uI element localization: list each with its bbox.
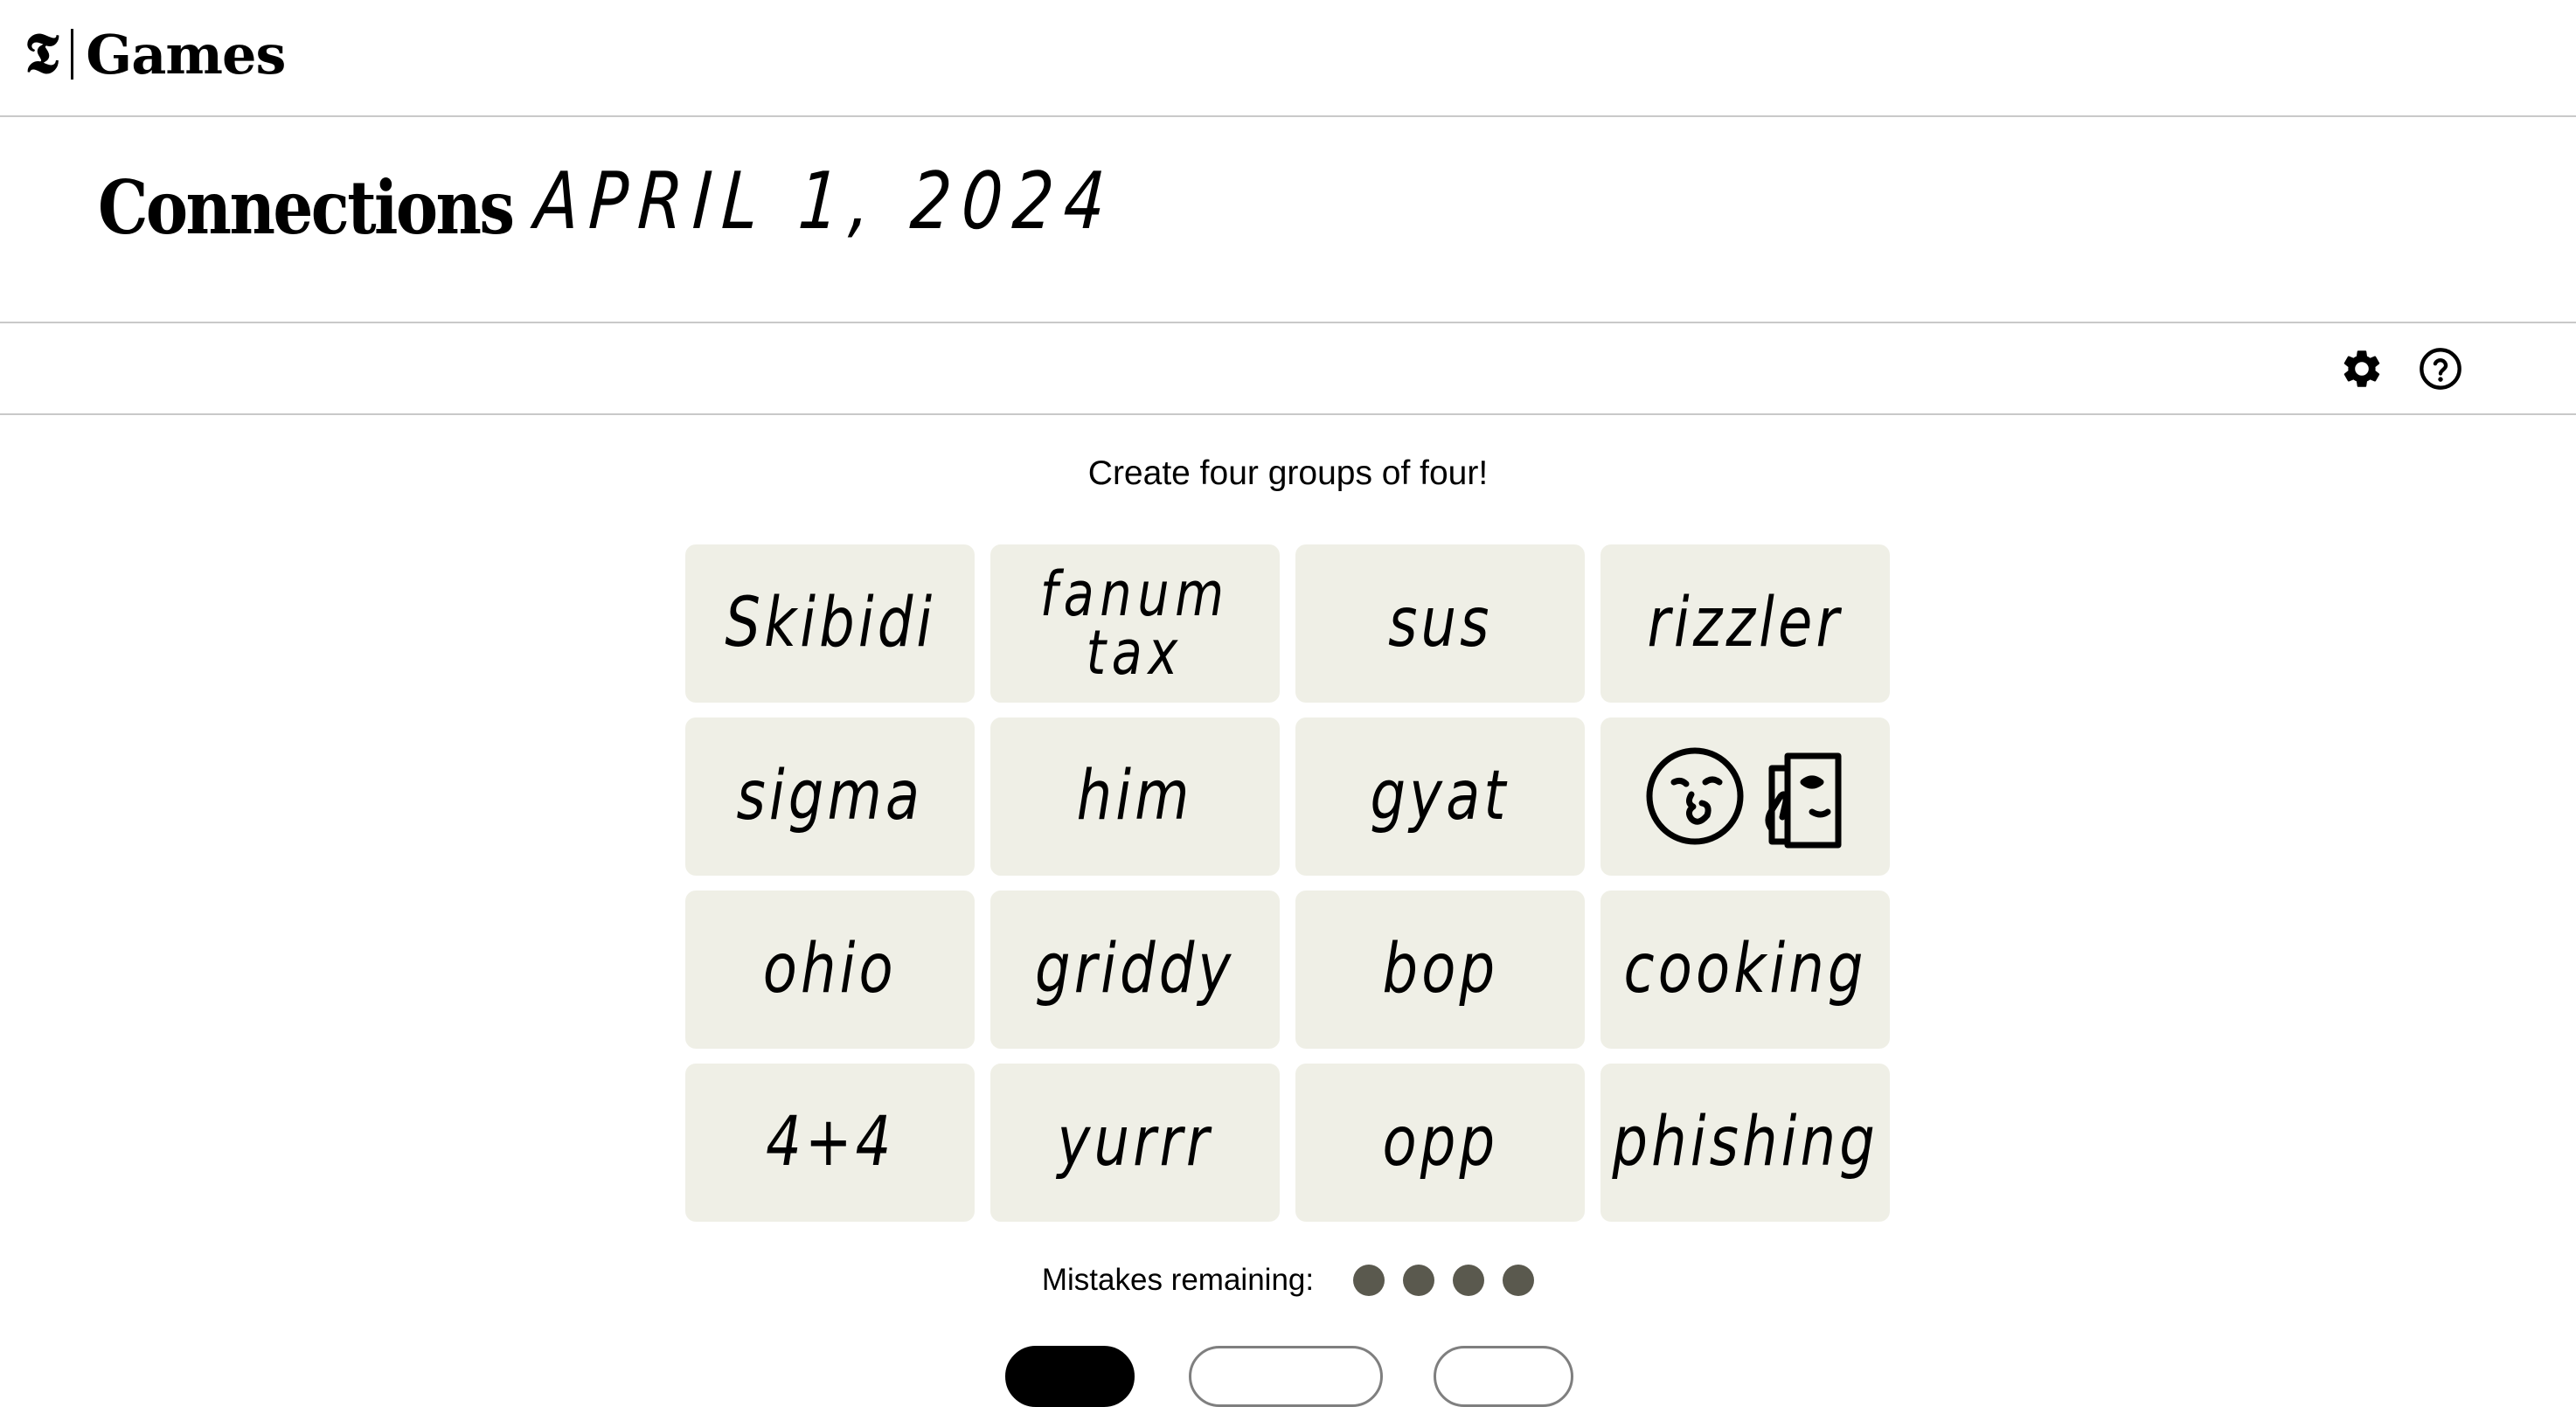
shuffle-button[interactable] — [1005, 1346, 1135, 1407]
tile-label: fanum tax — [1040, 558, 1230, 689]
game-toolbar — [0, 323, 2576, 415]
tile-label: him — [1077, 757, 1193, 836]
word-tile[interactable]: phishing — [1600, 1064, 1890, 1222]
tile-label: cooking — [1623, 930, 1867, 1009]
tile-label: 4+4 — [765, 1103, 895, 1182]
tile-label: sus — [1387, 584, 1493, 663]
word-tile[interactable]: 4+4 — [685, 1064, 975, 1222]
tile-label: opp — [1382, 1103, 1498, 1182]
word-tile[interactable]: bop — [1295, 891, 1585, 1049]
word-tile[interactable]: opp — [1295, 1064, 1585, 1222]
tile-label: yurrr — [1057, 1103, 1213, 1182]
mistake-dots — [1335, 1265, 1535, 1296]
deselect-all-button[interactable] — [1189, 1346, 1383, 1407]
word-grid: Skibidi fanum tax sus rizzler sigma him … — [685, 544, 1892, 1222]
nyt-games-brand[interactable]: 𝕿 Games — [24, 21, 286, 87]
tile-label: sigma — [736, 757, 924, 836]
top-nav-bar: 𝕿 Games — [0, 0, 2576, 117]
mistake-dot — [1503, 1265, 1535, 1296]
word-tile[interactable]: him — [990, 717, 1280, 876]
word-tile[interactable]: ohio — [685, 891, 975, 1049]
nyt-logo-icon: 𝕿 — [24, 21, 59, 87]
tile-label: phishing — [1612, 1103, 1878, 1182]
word-tile[interactable]: fanum tax — [990, 544, 1280, 703]
tile-label: Skibidi — [725, 584, 935, 663]
brand-name: Games — [86, 22, 286, 87]
question-circle-icon[interactable] — [2418, 346, 2463, 392]
game-title: Connections — [98, 164, 515, 251]
mistake-dot — [1353, 1265, 1385, 1296]
tile-label: rizzler — [1647, 584, 1843, 663]
shush-face-mirror-icon — [1641, 733, 1850, 860]
word-tile[interactable]: rizzler — [1600, 544, 1890, 703]
word-tile[interactable]: sus — [1295, 544, 1585, 703]
word-tile[interactable]: sigma — [685, 717, 975, 876]
tile-label: gyat — [1370, 757, 1510, 836]
instructions-text: Create four groups of four! — [1087, 454, 1489, 492]
gear-icon[interactable] — [2339, 346, 2385, 392]
tile-label: bop — [1382, 930, 1498, 1009]
word-tile[interactable]: cooking — [1600, 891, 1890, 1049]
brand-divider — [71, 29, 74, 80]
mistake-dot — [1403, 1265, 1435, 1296]
word-tile[interactable]: Skibidi — [685, 544, 975, 703]
mistakes-label: Mistakes remaining: — [1041, 1263, 1315, 1297]
word-tile[interactable] — [1600, 717, 1890, 876]
word-tile[interactable]: gyat — [1295, 717, 1585, 876]
tile-label: ohio — [763, 930, 897, 1009]
game-date: APRIL 1, 2024 — [531, 156, 1118, 247]
tile-label: griddy — [1035, 930, 1235, 1009]
word-tile[interactable]: griddy — [990, 891, 1280, 1049]
title-bar: Connections APRIL 1, 2024 — [0, 117, 2576, 323]
mistakes-remaining: Mistakes remaining: — [0, 1263, 2576, 1298]
word-tile[interactable]: yurrr — [990, 1064, 1280, 1222]
submit-button[interactable] — [1434, 1346, 1573, 1407]
mistake-dot — [1453, 1265, 1485, 1296]
